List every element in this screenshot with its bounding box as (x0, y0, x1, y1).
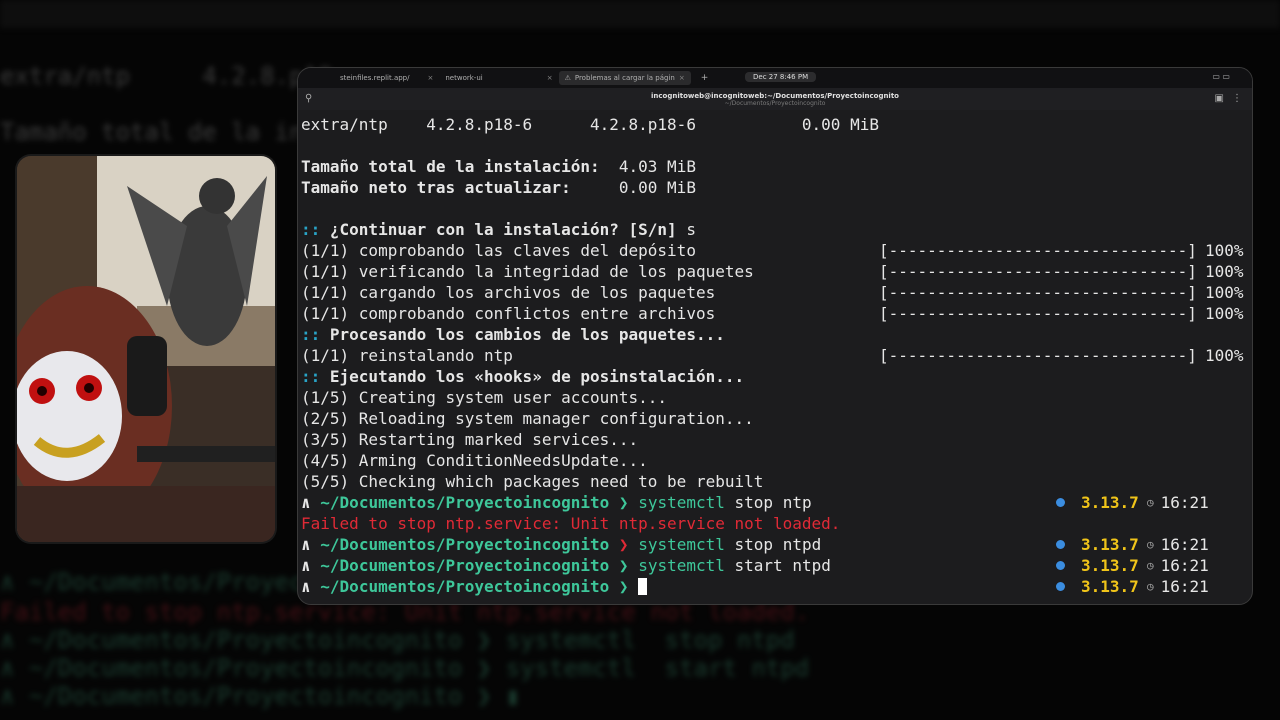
warning-icon: ⚠ (564, 74, 571, 82)
clock-icon: ◷ (1147, 496, 1154, 509)
bg-text: ∧ ~/Documentos/Proyectoincognito ❯ syste… (0, 626, 795, 654)
terminal-title: incognitoweb@incognitoweb:~/Documentos/P… (650, 92, 899, 100)
command-args: start ntpd (724, 556, 831, 575)
output-line: :: Procesando los cambios de los paquete… (301, 325, 725, 344)
output-line: (3/5) Restarting marked services... (301, 430, 639, 449)
clock-icon: ◷ (1147, 580, 1154, 593)
prompt-status: 3.13.7 ◷ 16:21 (1056, 492, 1209, 513)
system-clock[interactable]: Dec 27 8:46 PM (745, 72, 817, 82)
prompt-path: ~/Documentos/Proyectoincognito (320, 535, 610, 554)
python-icon (1056, 582, 1065, 591)
prompt-chevron: ❯ (618, 577, 629, 596)
close-icon[interactable]: × (679, 74, 685, 82)
output-line: extra/ntp 4.2.8.p18-6 4.2.8.p18-6 0.00 M… (301, 115, 879, 134)
output-line: (4/5) Arming ConditionNeedsUpdate... (301, 451, 648, 470)
prompt-line: ∧ ~/Documentos/Proyectoincognito ❯ syste… (301, 556, 831, 575)
progress-percent: 100% (1205, 304, 1244, 323)
menu-icon[interactable]: ⋮ (1232, 93, 1242, 104)
bg-text: ∧ ~/Documentos/Proyectoincognito ❯ ▮ (0, 682, 521, 710)
progress-percent: 100% (1205, 262, 1244, 281)
progress-bar: [-------------------------------] (879, 262, 1197, 281)
progress-percent: 100% (1205, 283, 1244, 302)
browser-topbar: steinfiles.replit.app/ × network-ui × ⚠ … (298, 68, 1252, 88)
background-topbar (0, 0, 1280, 28)
python-icon (1056, 561, 1065, 570)
python-icon (1056, 540, 1065, 549)
terminal-titlebar: ⚲ incognitoweb@incognitoweb:~/Documentos… (298, 88, 1252, 110)
command-name: systemctl (638, 556, 725, 575)
prompt-path: ~/Documentos/Proyectoincognito (320, 556, 610, 575)
clock-icon: ◷ (1147, 559, 1154, 572)
prompt-status: 3.13.7 ◷ 16:21 (1056, 534, 1209, 555)
progress-percent: 100% (1205, 241, 1244, 260)
tab-label: steinfiles.replit.app/ (340, 74, 410, 82)
output-line: (1/5) Creating system user accounts... (301, 388, 668, 407)
output-line: (1/1) comprobando conflictos entre archi… (301, 304, 716, 323)
prompt-chevron: ❯ (618, 556, 629, 575)
prompt-line: ∧ ~/Documentos/Proyectoincognito ❯ syste… (301, 535, 822, 554)
bg-text: Tamaño total de la inst (0, 118, 333, 146)
terminal-subtitle: ~/Documentos/Proyectoincognito (724, 100, 826, 107)
terminal-window: steinfiles.replit.app/ × network-ui × ⚠ … (297, 67, 1253, 605)
text-cursor (638, 578, 648, 595)
prompt-line-active[interactable]: ∧ ~/Documentos/Proyectoincognito ❯ (301, 576, 648, 597)
clock-icon: ◷ (1147, 538, 1154, 551)
command-name: systemctl (638, 535, 725, 554)
progress-bar: [-------------------------------] (879, 346, 1197, 365)
python-icon (1056, 498, 1065, 507)
new-tab-button[interactable]: + (701, 73, 709, 83)
close-icon[interactable]: × (427, 74, 433, 82)
tab-label: network-ui (445, 74, 483, 82)
window-controls-icon[interactable]: ▭ ▭ (1212, 72, 1230, 81)
prompt-chevron: ❯ (618, 535, 629, 554)
command-args: stop ntpd (724, 535, 822, 554)
prompt-path: ~/Documentos/Proyectoincognito (320, 577, 610, 596)
output-line: Tamaño total de la instalación: 4.03 MiB (301, 157, 696, 176)
webcam-overlay (17, 156, 275, 542)
output-line: (1/1) reinstalando ntp (301, 346, 513, 365)
bg-text: ∧ ~/Documentos/Proyectoincognito ❯ syste… (0, 654, 810, 682)
output-line: (1/1) cargando los archivos de los paque… (301, 283, 716, 302)
error-line: Failed to stop ntp.service: Unit ntp.ser… (301, 514, 841, 533)
close-icon[interactable]: × (547, 74, 553, 82)
progress-bar: [-------------------------------] (879, 241, 1197, 260)
prompt-status: 3.13.7 ◷ 16:21 (1056, 555, 1209, 576)
output-line: Tamaño neto tras actualizar: 0.00 MiB (301, 178, 696, 197)
prompt-status: 3.13.7 ◷ 16:21 (1056, 576, 1209, 597)
webcam-image (17, 156, 275, 542)
split-view-icon[interactable]: ▣ (1215, 93, 1224, 104)
progress-bar: [-------------------------------] (879, 283, 1197, 302)
browser-tab-active[interactable]: ⚠ Problemas al cargar la págin × (558, 71, 691, 85)
output-line: (1/1) verificando la integridad de los p… (301, 262, 754, 281)
output-line: :: Ejecutando los «hooks» de posinstalac… (301, 367, 745, 386)
output-line: :: ¿Continuar con la instalación? [S/n] … (301, 220, 696, 239)
tab-label: Problemas al cargar la págin (574, 74, 675, 82)
browser-tab[interactable]: network-ui × (439, 71, 558, 85)
output-line: (5/5) Checking which packages need to be… (301, 472, 764, 491)
output-line: (1/1) comprobando las claves del depósit… (301, 241, 696, 260)
terminal-output[interactable]: extra/ntp 4.2.8.p18-6 4.2.8.p18-6 0.00 M… (298, 114, 1252, 604)
progress-percent: 100% (1205, 346, 1244, 365)
output-line: (2/5) Reloading system manager configura… (301, 409, 754, 428)
command-args: stop ntp (724, 493, 812, 512)
prompt-path: ~/Documentos/Proyectoincognito (320, 493, 610, 512)
prompt-line: ∧ ~/Documentos/Proyectoincognito ❯ syste… (301, 493, 812, 512)
progress-bar: [-------------------------------] (879, 304, 1197, 323)
command-name: systemctl (638, 493, 725, 512)
prompt-chevron: ❯ (618, 493, 629, 512)
browser-tab[interactable]: steinfiles.replit.app/ × (334, 71, 439, 85)
bg-text: extra/ntp 4.2.8.p18 (0, 62, 333, 90)
